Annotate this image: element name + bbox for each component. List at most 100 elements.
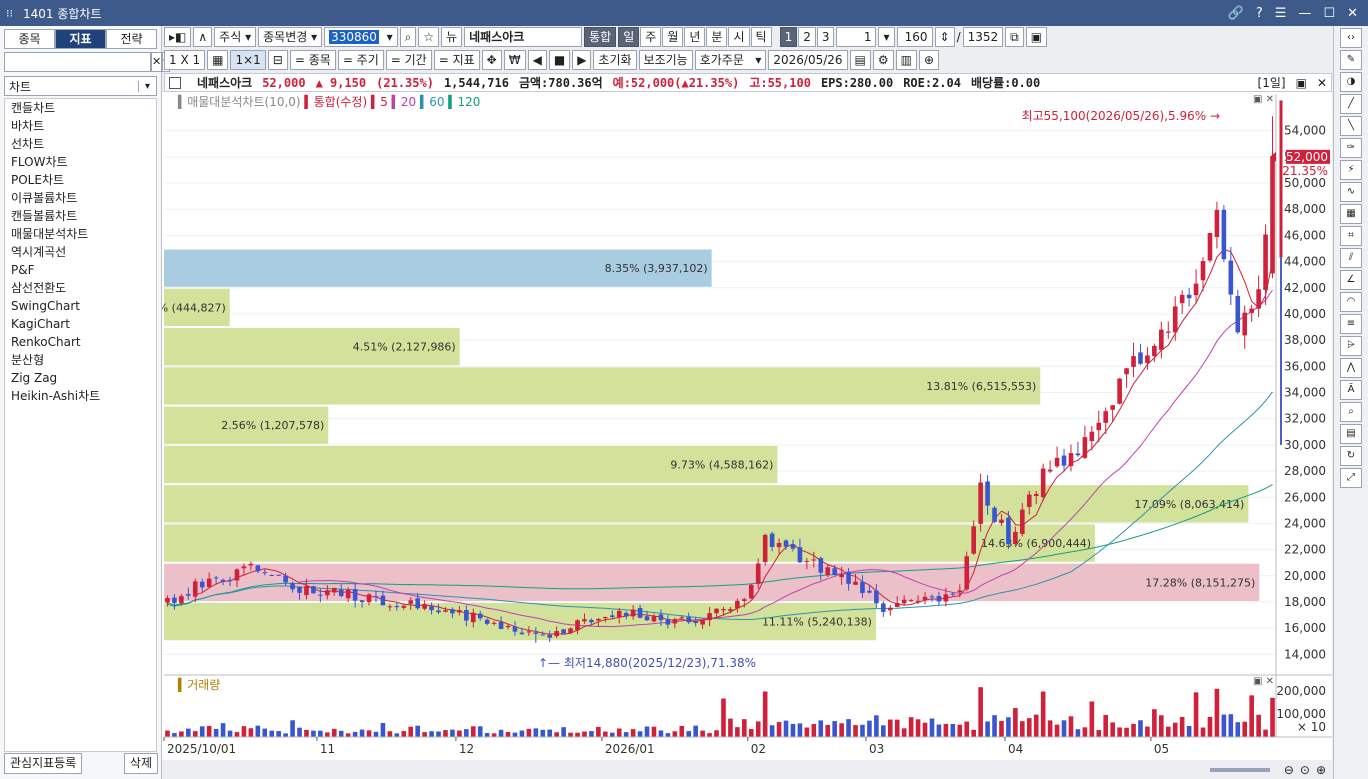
tab-strategy[interactable]: 전략	[106, 29, 157, 49]
panel-close-icon[interactable]: ▣ ✕	[1253, 94, 1274, 105]
number-tab[interactable]: 2	[798, 27, 816, 47]
angle-icon[interactable]: ∠	[1340, 270, 1362, 290]
register-indicator-button[interactable]: 관심지표등록	[4, 753, 83, 774]
stop-icon[interactable]: ■	[548, 50, 571, 70]
parallel-icon[interactable]: ⩥	[1340, 336, 1362, 356]
indicator-item[interactable]: 역시계곡선	[5, 243, 156, 261]
arc-icon[interactable]: ◠	[1340, 292, 1362, 312]
indicator-search-input[interactable]	[4, 52, 151, 72]
indicator-item[interactable]: 이큐볼륨차트	[5, 189, 156, 207]
count-stepper[interactable]: ⇕	[934, 27, 955, 47]
calendar-icon[interactable]: ▤	[849, 50, 871, 70]
grid-icon[interactable]: ▦	[1340, 204, 1362, 224]
search-icon[interactable]: ⌕	[399, 27, 417, 47]
channel-icon[interactable]: ⫽	[1340, 248, 1362, 268]
aux-function-button[interactable]: 보조기능	[638, 50, 693, 70]
link-stock-button[interactable]: = 종목	[289, 50, 336, 70]
period-tab[interactable]: 분	[706, 27, 728, 47]
won-button[interactable]: ₩	[503, 50, 526, 70]
zoom-fit-icon[interactable]: ⊙	[1300, 763, 1310, 777]
indicator-item[interactable]: FLOW차트	[5, 153, 156, 171]
zoom-icon[interactable]: ⌕	[1340, 402, 1362, 422]
line-icon[interactable]: ╱	[1340, 94, 1362, 114]
order-button[interactable]: 호가주문 ▾	[694, 50, 767, 70]
multiplier-dropdown[interactable]: ▾	[878, 27, 895, 47]
text-icon[interactable]: Ā	[1340, 380, 1362, 400]
collapse-icon[interactable]: ‹›	[1340, 28, 1362, 48]
checkbox[interactable]	[169, 76, 181, 89]
clear-icon[interactable]: ✕	[151, 52, 163, 72]
indicator-item[interactable]: 분산형	[5, 351, 156, 369]
indicator-item[interactable]: Zig Zag	[5, 369, 156, 387]
collapse-button[interactable]: ▸◧	[164, 27, 192, 47]
help-icon[interactable]: ?	[1256, 6, 1263, 21]
period-tab[interactable]: 일	[618, 27, 640, 47]
market-select[interactable]: 주식 ▾	[214, 27, 257, 47]
indicator-item[interactable]: P&F	[5, 261, 156, 279]
zoom-in-icon[interactable]: ⊕	[1316, 763, 1326, 777]
period-tab[interactable]: 시	[728, 27, 750, 47]
layout-button[interactable]: 1 X 1	[164, 50, 206, 70]
split-icon[interactable]: ⊟	[267, 50, 288, 70]
number-tab[interactable]: 1	[779, 27, 798, 47]
indicator-item[interactable]: 캔들볼륨차트	[5, 207, 156, 225]
layout-1x1-button[interactable]: 1×1	[230, 50, 266, 70]
new-window-icon[interactable]: ⧉	[1005, 27, 1024, 47]
vol-panel-close-icon[interactable]: ▣ ✕	[1253, 676, 1274, 687]
prev-icon[interactable]: ◀	[527, 50, 547, 70]
indicator-item[interactable]: 매물대분석차트	[5, 225, 156, 243]
chart-max-icon[interactable]: ▣	[1296, 76, 1307, 90]
indicator-item[interactable]: RenkoChart	[5, 333, 156, 351]
indicator-item[interactable]: 삼선전환도	[5, 279, 156, 297]
wave-icon[interactable]: ∿	[1340, 182, 1362, 202]
link-period-button[interactable]: = 주기	[337, 50, 384, 70]
link-icon[interactable]: 🔗	[1228, 6, 1244, 21]
save-icon[interactable]: ▣	[1025, 27, 1048, 47]
indicator-item[interactable]: 바차트	[5, 117, 156, 135]
reset-button[interactable]: 초기화	[593, 50, 637, 70]
fibo-icon[interactable]: ≡	[1340, 314, 1362, 334]
favorite-icon[interactable]: ☆	[418, 27, 440, 47]
indicator-item[interactable]: 선차트	[5, 135, 156, 153]
fullscreen-icon[interactable]: ⤢	[1340, 468, 1362, 488]
delete-button[interactable]: 삭제	[123, 753, 158, 774]
close-icon[interactable]: ✕	[1347, 6, 1358, 21]
zigzag-icon[interactable]: ⚡	[1340, 160, 1362, 180]
building-icon[interactable]: ▥	[895, 50, 917, 70]
multiplier-input[interactable]: 1	[836, 27, 877, 47]
move-icon[interactable]: ✥	[481, 50, 502, 70]
tab-stock[interactable]: 종목	[4, 29, 55, 49]
news-icon[interactable]: 뉴	[441, 27, 463, 47]
pattern-icon[interactable]: ⋀	[1340, 358, 1362, 378]
indicator-item[interactable]: 캔들차트	[5, 99, 156, 117]
category-select[interactable]: 차트 ▾	[4, 76, 157, 96]
indicator-item[interactable]: Heikin-Ashi차트	[5, 387, 156, 405]
grid-icon[interactable]: ▦	[207, 50, 229, 70]
period-tab[interactable]: 주	[640, 27, 662, 47]
refresh-icon[interactable]: ↻	[1340, 446, 1362, 466]
menu-icon[interactable]: ☰	[1275, 6, 1287, 21]
link-term-button[interactable]: = 기간	[385, 50, 432, 70]
pen-icon[interactable]: ✑	[1340, 138, 1362, 158]
cross-icon[interactable]: ⌗	[1340, 226, 1362, 246]
date-input[interactable]: 2026/05/26	[768, 50, 848, 70]
minimize-icon[interactable]: —	[1298, 6, 1311, 21]
indicator-item[interactable]: KagiChart	[5, 315, 156, 333]
up-button[interactable]: ∧	[193, 27, 213, 47]
stack-icon[interactable]: ▤	[1340, 424, 1362, 444]
zoom-slider[interactable]	[1209, 767, 1270, 772]
tab-indicator[interactable]: 지표	[55, 29, 106, 49]
next-icon[interactable]: ▶	[572, 50, 592, 70]
trend-icon[interactable]: ╲	[1340, 116, 1362, 136]
indicator-item[interactable]: SwingChart	[5, 297, 156, 315]
tool-icon[interactable]: ✎	[1340, 50, 1362, 70]
number-tab[interactable]: 3	[816, 27, 835, 47]
period-tab[interactable]: 월	[662, 27, 684, 47]
chart-close-icon[interactable]: ✕	[1317, 76, 1327, 90]
integrated-button[interactable]: 통합	[584, 27, 617, 47]
count-input[interactable]: 160	[896, 27, 933, 47]
indicator-item[interactable]: POLE차트	[5, 171, 156, 189]
chart-area[interactable]: 11.11% (5,240,138) 17.28% (8,151,275) 14.6…	[162, 92, 1332, 760]
maximize-icon[interactable]: ☐	[1323, 6, 1335, 21]
stock-code-input[interactable]: 330860 ▾	[324, 27, 398, 47]
